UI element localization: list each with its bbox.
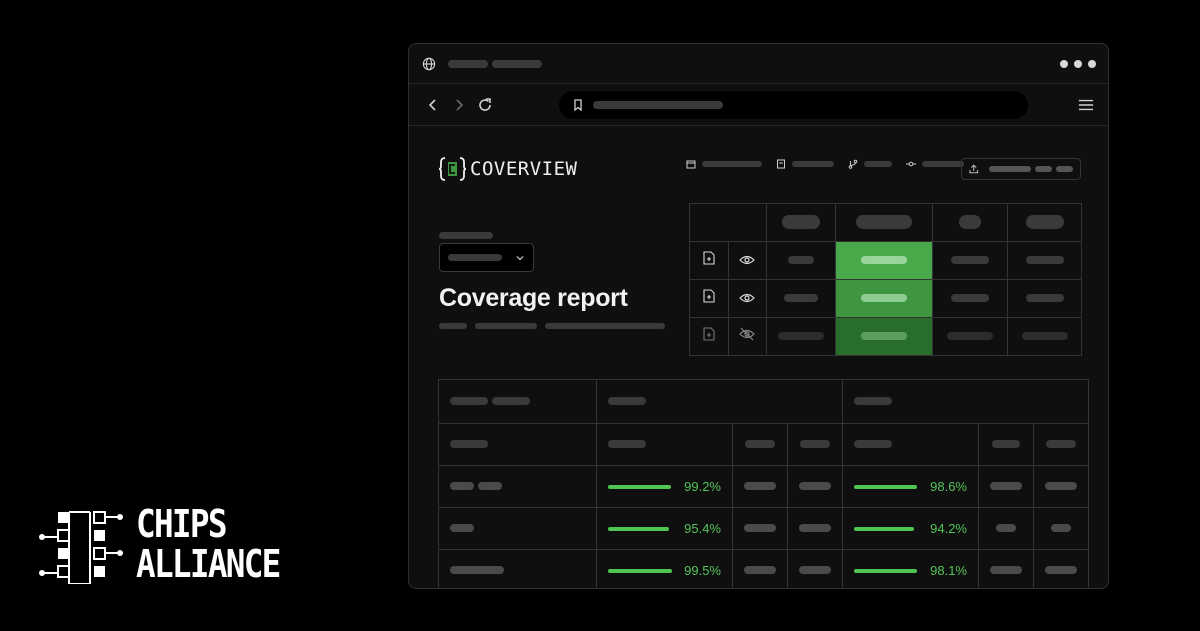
summary-row [689,279,1082,318]
file-icon [777,159,785,169]
coverage-bar [608,484,672,489]
logo-text: COVERVIEW [470,158,578,180]
subtitle-placeholder [439,323,665,329]
more-dots-icon[interactable] [1060,59,1096,68]
coverage-bar [854,484,918,489]
summary-row [689,241,1082,280]
brand-line-2: ALLIANCE [136,542,281,586]
tab-placeholder[interactable] [448,59,488,68]
browser-navbar [409,84,1108,126]
calendar-icon [686,160,696,169]
forward-icon[interactable] [451,97,467,113]
eye-icon[interactable] [739,293,756,303]
coverage-percent: 99.2% [684,479,721,494]
coverage-bar [854,568,917,573]
table-row[interactable]: 95.4% 94.2% [438,507,1089,550]
file-plus-icon[interactable] [703,289,715,303]
table-row[interactable]: 99.2% 98.6% [438,465,1089,508]
eye-off-icon[interactable] [739,327,756,341]
upload-button[interactable] [961,158,1081,180]
file-plus-icon[interactable] [703,251,715,265]
summary-table [689,203,1082,356]
menu-icon[interactable] [1078,97,1094,113]
coverage-percent: 98.6% [930,479,967,494]
report-meta [686,159,978,169]
brand-line-1: CHIPS [136,502,227,546]
summary-row [689,317,1082,356]
tab-placeholder[interactable] [492,59,542,68]
chips-alliance-brand: CHIPS ALLIANCE [38,504,303,584]
coverage-percent: 95.4% [684,521,721,536]
coverage-percent: 99.5% [684,563,721,578]
commit-icon [906,161,916,167]
url-placeholder [593,100,723,109]
upload-icon [969,164,979,174]
browser-titlebar [409,44,1108,84]
report-select[interactable] [439,243,534,272]
coverage-bar [608,568,672,573]
chips-alliance-circuit-icon [39,511,123,584]
chevron-down-icon [516,255,524,260]
branch-icon [848,159,858,169]
coverage-percent: 98.1% [930,563,967,578]
eye-icon[interactable] [739,255,756,265]
coverage-table: 99.2% 98.6% 95.4% 94.2% 99.5% 98.1% [438,379,1089,588]
file-plus-icon[interactable] [703,327,715,341]
table-row[interactable]: 99.5% 98.1% [438,549,1089,588]
coverage-percent: 94.2% [930,521,967,536]
back-icon[interactable] [425,97,441,113]
coverview-logo[interactable]: COVERVIEW [439,156,577,182]
coverage-bar [854,526,915,531]
address-bar[interactable] [559,90,1028,119]
table-subheader-row [438,423,1089,466]
globe-icon [422,57,436,70]
browser-window: COVERVIEW Coverage report 99.2% 98.6% 95… [408,43,1109,589]
reload-icon[interactable] [477,97,493,113]
coverview-brackets-icon [439,157,466,181]
bookmark-icon[interactable] [573,98,583,111]
page-content: COVERVIEW Coverage report 99.2% 98.6% 95… [409,126,1108,588]
table-header-row [438,379,1089,424]
page-title: Coverage report [439,284,628,312]
coverage-bar [608,526,670,531]
label-placeholder [439,232,493,239]
